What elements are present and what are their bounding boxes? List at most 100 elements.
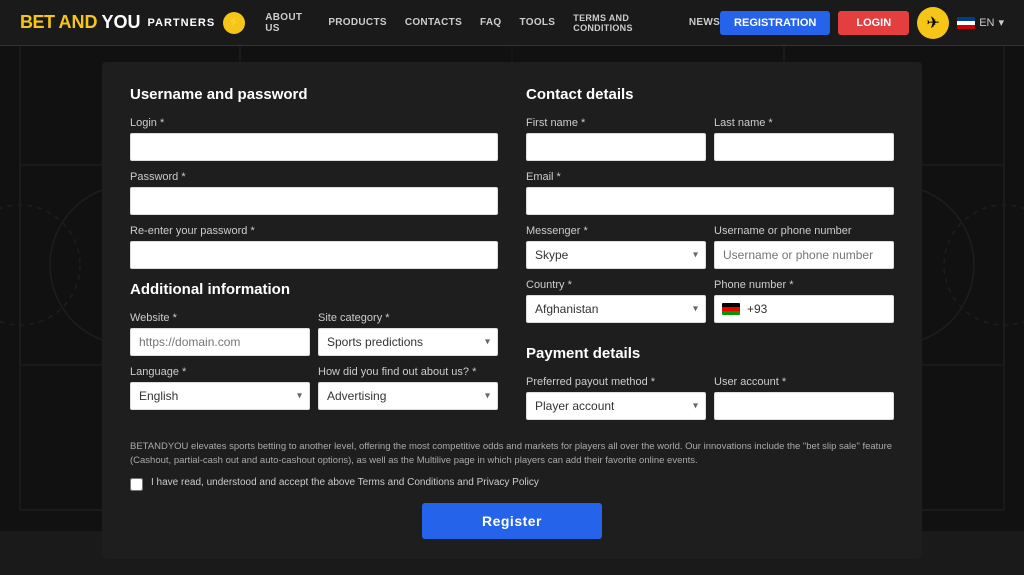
- password-input[interactable]: [130, 187, 498, 215]
- first-name-input[interactable]: [526, 133, 706, 161]
- website-group: Website *: [130, 312, 310, 356]
- website-label: Website *: [130, 312, 310, 324]
- brand-and: AND: [59, 12, 98, 33]
- payout-method-label: Preferred payout method *: [526, 376, 706, 388]
- payout-select[interactable]: Player account: [526, 392, 706, 420]
- messenger-group: Messenger * Skype ▾: [526, 225, 706, 269]
- email-label: Email *: [526, 171, 894, 183]
- nav-faq[interactable]: FAQ: [480, 17, 501, 28]
- phone-group: Phone number *: [714, 279, 894, 323]
- country-phone-row: Country * Afghanistan ▾ Phone number *: [526, 279, 894, 333]
- register-btn-wrapper: Register: [130, 503, 894, 539]
- how-found-label: How did you find out about us? *: [318, 366, 498, 378]
- country-group: Country * Afghanistan ▾: [526, 279, 706, 323]
- login-input[interactable]: [130, 133, 498, 161]
- login-button[interactable]: LOGIN: [838, 11, 909, 35]
- how-found-group: How did you find out about us? * Adverti…: [318, 366, 498, 410]
- nav-products[interactable]: PRODUCTS: [328, 17, 387, 28]
- reenter-password-group: Re-enter your password *: [130, 225, 498, 269]
- payment-section-title: Payment details: [526, 345, 894, 362]
- password-label: Password *: [130, 171, 498, 183]
- navbar: BETANDYOU PARTNERS ⚡ ABOUT US PRODUCTS C…: [0, 0, 1024, 46]
- lang-chevron: ▾: [998, 16, 1004, 29]
- main-form-grid: Username and password Login * Password *: [130, 86, 894, 430]
- brand-logo: BETANDYOU PARTNERS ⚡: [20, 12, 245, 34]
- password-group: Password *: [130, 171, 498, 215]
- reenter-password-input[interactable]: [130, 241, 498, 269]
- phone-wrapper: [714, 295, 894, 323]
- language-how-grid: Language * English ▾ How did: [130, 366, 498, 420]
- brand-icon: ⚡: [223, 12, 245, 34]
- phone-flag: [722, 303, 740, 315]
- terms-description: BETANDYOU elevates sports betting to ano…: [130, 440, 894, 469]
- messenger-select[interactable]: Skype: [526, 241, 706, 269]
- flag-icon: [957, 17, 975, 29]
- username-phone-input[interactable]: [714, 241, 894, 269]
- brand-you: YOU: [102, 12, 141, 33]
- phone-input[interactable]: [714, 295, 894, 323]
- terms-checkbox-label[interactable]: I have read, understood and accept the a…: [151, 477, 539, 488]
- registration-form-card: Username and password Login * Password *: [102, 62, 922, 559]
- nav-tools[interactable]: TOOLS: [520, 17, 556, 28]
- checkbox-row: I have read, understood and accept the a…: [130, 477, 894, 491]
- language-label: Language *: [130, 366, 310, 378]
- site-category-group: Site category * Sports predictions ▾: [318, 312, 498, 356]
- registration-button[interactable]: REGISTRATION: [720, 11, 830, 35]
- user-account-input[interactable]: [714, 392, 894, 420]
- country-select[interactable]: Afghanistan: [526, 295, 706, 323]
- first-name-label: First name *: [526, 117, 706, 129]
- telegram-button[interactable]: ✈: [917, 7, 949, 39]
- page-content: Username and password Login * Password *: [0, 46, 1024, 575]
- brand-bet: BET: [20, 12, 55, 33]
- register-button[interactable]: Register: [422, 503, 602, 539]
- country-label: Country *: [526, 279, 706, 291]
- language-selector[interactable]: EN ▾: [957, 16, 1004, 29]
- how-found-select[interactable]: Advertising: [318, 382, 498, 410]
- nav-contacts[interactable]: CONTACTS: [405, 17, 462, 28]
- country-wrapper: Afghanistan ▾: [526, 295, 706, 323]
- terms-checkbox[interactable]: [130, 478, 143, 491]
- reenter-password-label: Re-enter your password *: [130, 225, 498, 237]
- col-right: Contact details First name * Last name *: [526, 86, 894, 430]
- contact-section-title: Contact details: [526, 86, 894, 103]
- nav-actions: REGISTRATION LOGIN ✈ EN ▾: [720, 7, 1004, 39]
- last-name-input[interactable]: [714, 133, 894, 161]
- nav-links: ABOUT US PRODUCTS CONTACTS FAQ TOOLS TER…: [265, 12, 720, 34]
- language-select[interactable]: English: [130, 382, 310, 410]
- email-group: Email *: [526, 171, 894, 215]
- site-category-select[interactable]: Sports predictions: [318, 328, 498, 356]
- additional-section: Additional information Website * Site ca…: [130, 281, 498, 420]
- user-account-label: User account *: [714, 376, 894, 388]
- login-label: Login *: [130, 117, 498, 129]
- email-input[interactable]: [526, 187, 894, 215]
- last-name-label: Last name *: [714, 117, 894, 129]
- payout-method-group: Preferred payout method * Player account…: [526, 376, 706, 420]
- name-row: First name * Last name *: [526, 117, 894, 171]
- messenger-phone-row: Messenger * Skype ▾ Username or phone nu…: [526, 225, 894, 279]
- username-section-title: Username and password: [130, 86, 498, 103]
- additional-grid: Website * Site category * Sports predict…: [130, 312, 498, 366]
- last-name-group: Last name *: [714, 117, 894, 161]
- messenger-label: Messenger *: [526, 225, 706, 237]
- website-input[interactable]: [130, 328, 310, 356]
- col-left: Username and password Login * Password *: [130, 86, 498, 430]
- messenger-wrapper: Skype ▾: [526, 241, 706, 269]
- payment-grid: Preferred payout method * Player account…: [526, 376, 894, 430]
- login-group: Login *: [130, 117, 498, 161]
- lang-label: EN: [979, 17, 994, 29]
- nav-terms[interactable]: TERMS AND CONDITIONS: [573, 13, 671, 33]
- nav-about-us[interactable]: ABOUT US: [265, 12, 310, 34]
- site-category-wrapper: Sports predictions ▾: [318, 328, 498, 356]
- language-group: Language * English ▾: [130, 366, 310, 410]
- first-name-group: First name *: [526, 117, 706, 161]
- user-account-group: User account *: [714, 376, 894, 420]
- how-found-wrapper: Advertising ▾: [318, 382, 498, 410]
- username-phone-label: Username or phone number: [714, 225, 894, 237]
- payout-wrapper: Player account ▾: [526, 392, 706, 420]
- site-category-label: Site category *: [318, 312, 498, 324]
- username-phone-group: Username or phone number: [714, 225, 894, 269]
- nav-news[interactable]: NEWS: [689, 17, 720, 28]
- brand-partners: PARTNERS: [148, 17, 216, 29]
- additional-section-title: Additional information: [130, 281, 498, 298]
- phone-label: Phone number *: [714, 279, 894, 291]
